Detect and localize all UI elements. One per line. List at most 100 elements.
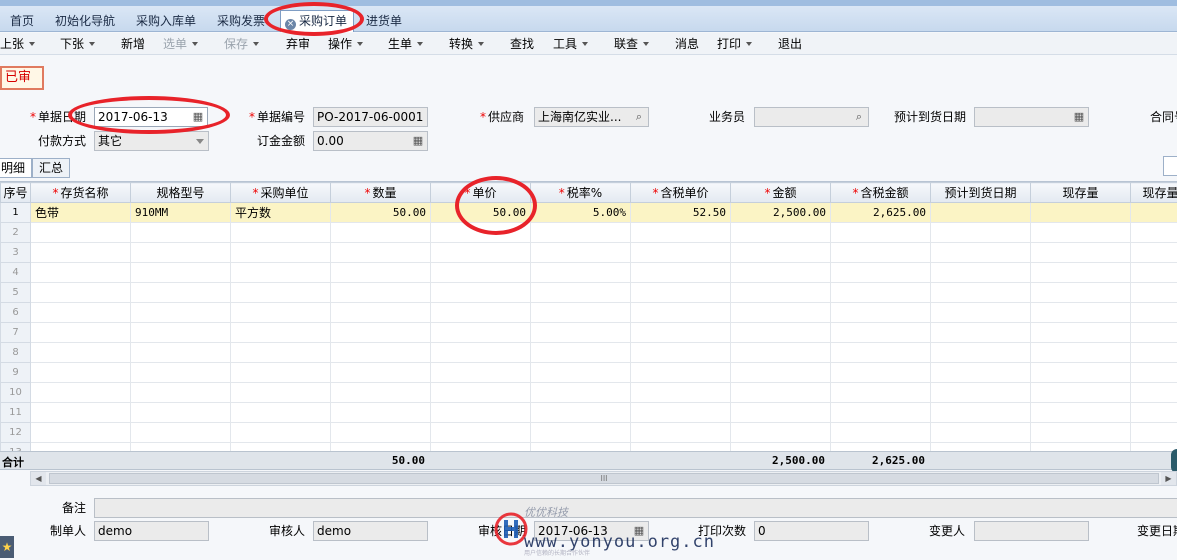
table-cell[interactable]	[830, 322, 931, 343]
table-cell[interactable]	[830, 282, 931, 303]
table-row[interactable]: 10	[0, 382, 1177, 403]
table-cell[interactable]	[330, 222, 431, 243]
search-icon[interactable]: ⌕	[852, 110, 866, 124]
scroll-left-icon[interactable]: ◀	[31, 472, 46, 485]
supplier-field[interactable]: 上海南亿实业... ⌕	[534, 107, 649, 127]
table-cell[interactable]	[730, 262, 831, 283]
table-cell[interactable]	[430, 262, 531, 283]
convert-button[interactable]: 转换	[449, 36, 485, 52]
table-cell[interactable]	[930, 262, 1031, 283]
table-cell[interactable]	[1130, 322, 1177, 343]
expected-date-field[interactable]: ▦	[974, 107, 1089, 127]
tab-purchase-inbound[interactable]: 采购入库单	[136, 12, 196, 32]
print-count-field[interactable]: 0	[754, 521, 869, 541]
table-cell[interactable]	[830, 262, 931, 283]
calculator-icon[interactable]: ▦	[411, 134, 425, 148]
doc-no-field[interactable]: PO-2017-06-0001	[313, 107, 428, 127]
table-cell[interactable]: 5.00%	[530, 202, 631, 223]
table-row[interactable]: 9	[0, 362, 1177, 383]
table-cell[interactable]: 50.00	[430, 202, 531, 223]
table-cell[interactable]	[30, 422, 131, 443]
table-cell[interactable]	[330, 322, 431, 343]
table-cell[interactable]	[430, 362, 531, 383]
generate-button[interactable]: 生单	[388, 36, 424, 52]
payment-select[interactable]: 其它	[94, 131, 209, 151]
unaudit-button[interactable]: 弃审	[286, 36, 310, 52]
table-cell[interactable]	[730, 222, 831, 243]
table-cell[interactable]	[930, 242, 1031, 263]
table-cell[interactable]	[130, 222, 231, 243]
table-cell[interactable]	[1030, 422, 1131, 443]
search-icon[interactable]: ⌕	[632, 110, 646, 124]
table-cell[interactable]	[230, 242, 331, 263]
table-cell[interactable]	[630, 262, 731, 283]
table-cell[interactable]: 52.50	[630, 202, 731, 223]
table-cell[interactable]	[130, 362, 231, 383]
table-cell[interactable]	[230, 302, 331, 323]
table-cell[interactable]	[130, 402, 231, 423]
table-cell[interactable]	[1030, 242, 1131, 263]
table-cell[interactable]: 色带	[30, 202, 131, 223]
table-cell[interactable]	[630, 302, 731, 323]
table-cell[interactable]	[930, 402, 1031, 423]
table-cell[interactable]	[630, 422, 731, 443]
table-cell[interactable]	[730, 282, 831, 303]
horizontal-scrollbar[interactable]: ◀ III ▶	[30, 471, 1177, 486]
table-cell[interactable]	[630, 382, 731, 403]
table-row[interactable]: 7	[0, 322, 1177, 343]
table-cell[interactable]	[30, 282, 131, 303]
scroll-right-icon[interactable]: ▶	[1161, 472, 1176, 485]
print-button[interactable]: 打印	[717, 36, 753, 52]
table-cell[interactable]	[530, 422, 631, 443]
doc-date-field[interactable]: 2017-06-13 ▦	[94, 107, 208, 127]
deposit-field[interactable]: 0.00 ▦	[313, 131, 428, 151]
col-header-tax-rate[interactable]: * 税率%	[530, 182, 631, 203]
table-cell[interactable]	[30, 322, 131, 343]
table-cell[interactable]: 50.00	[330, 202, 431, 223]
col-header-stock[interactable]: 现存量	[1030, 182, 1131, 203]
table-cell[interactable]	[530, 342, 631, 363]
table-cell[interactable]	[430, 302, 531, 323]
table-cell[interactable]	[930, 382, 1031, 403]
tab-goods-receipt[interactable]: 进货单	[366, 12, 402, 32]
table-cell[interactable]	[330, 402, 431, 423]
table-row[interactable]: 12	[0, 422, 1177, 443]
table-cell[interactable]	[1030, 402, 1131, 423]
calendar-icon[interactable]: ▦	[191, 110, 205, 124]
tab-summary[interactable]: 汇总	[32, 158, 71, 178]
calendar-icon[interactable]: ▦	[1072, 110, 1086, 124]
table-cell[interactable]	[30, 262, 131, 283]
table-cell[interactable]	[1030, 202, 1131, 223]
tab-init-nav[interactable]: 初始化导航	[55, 12, 115, 32]
table-cell[interactable]	[930, 202, 1031, 223]
table-cell[interactable]	[830, 402, 931, 423]
table-cell[interactable]	[130, 282, 231, 303]
table-row[interactable]: 1 色带 910MM 平方数 50.00 50.00 5.00% 52.50 2,500.00 2…	[0, 202, 1177, 223]
table-cell[interactable]	[730, 342, 831, 363]
table-cell[interactable]	[130, 242, 231, 263]
table-cell[interactable]	[330, 262, 431, 283]
table-cell[interactable]	[530, 282, 631, 303]
table-cell[interactable]	[830, 302, 931, 323]
table-cell[interactable]	[730, 402, 831, 423]
select-doc-button[interactable]: 选单	[163, 36, 199, 52]
table-cell[interactable]	[230, 362, 331, 383]
save-button[interactable]: 保存	[224, 36, 260, 52]
table-cell[interactable]	[1030, 262, 1131, 283]
table-cell[interactable]	[430, 222, 531, 243]
table-cell[interactable]	[30, 302, 131, 323]
table-cell[interactable]	[830, 362, 931, 383]
table-cell[interactable]	[130, 322, 231, 343]
table-cell[interactable]	[430, 422, 531, 443]
table-cell[interactable]	[330, 362, 431, 383]
table-cell[interactable]	[30, 402, 131, 423]
table-cell[interactable]	[230, 282, 331, 303]
table-cell[interactable]	[30, 362, 131, 383]
table-cell[interactable]	[530, 402, 631, 423]
link-query-button[interactable]: 联查	[614, 36, 650, 52]
table-row[interactable]: 5	[0, 282, 1177, 303]
col-header-spec[interactable]: 规格型号	[130, 182, 231, 203]
changer-field[interactable]	[974, 521, 1089, 541]
table-cell[interactable]	[1130, 202, 1177, 223]
operate-button[interactable]: 操作	[328, 36, 364, 52]
